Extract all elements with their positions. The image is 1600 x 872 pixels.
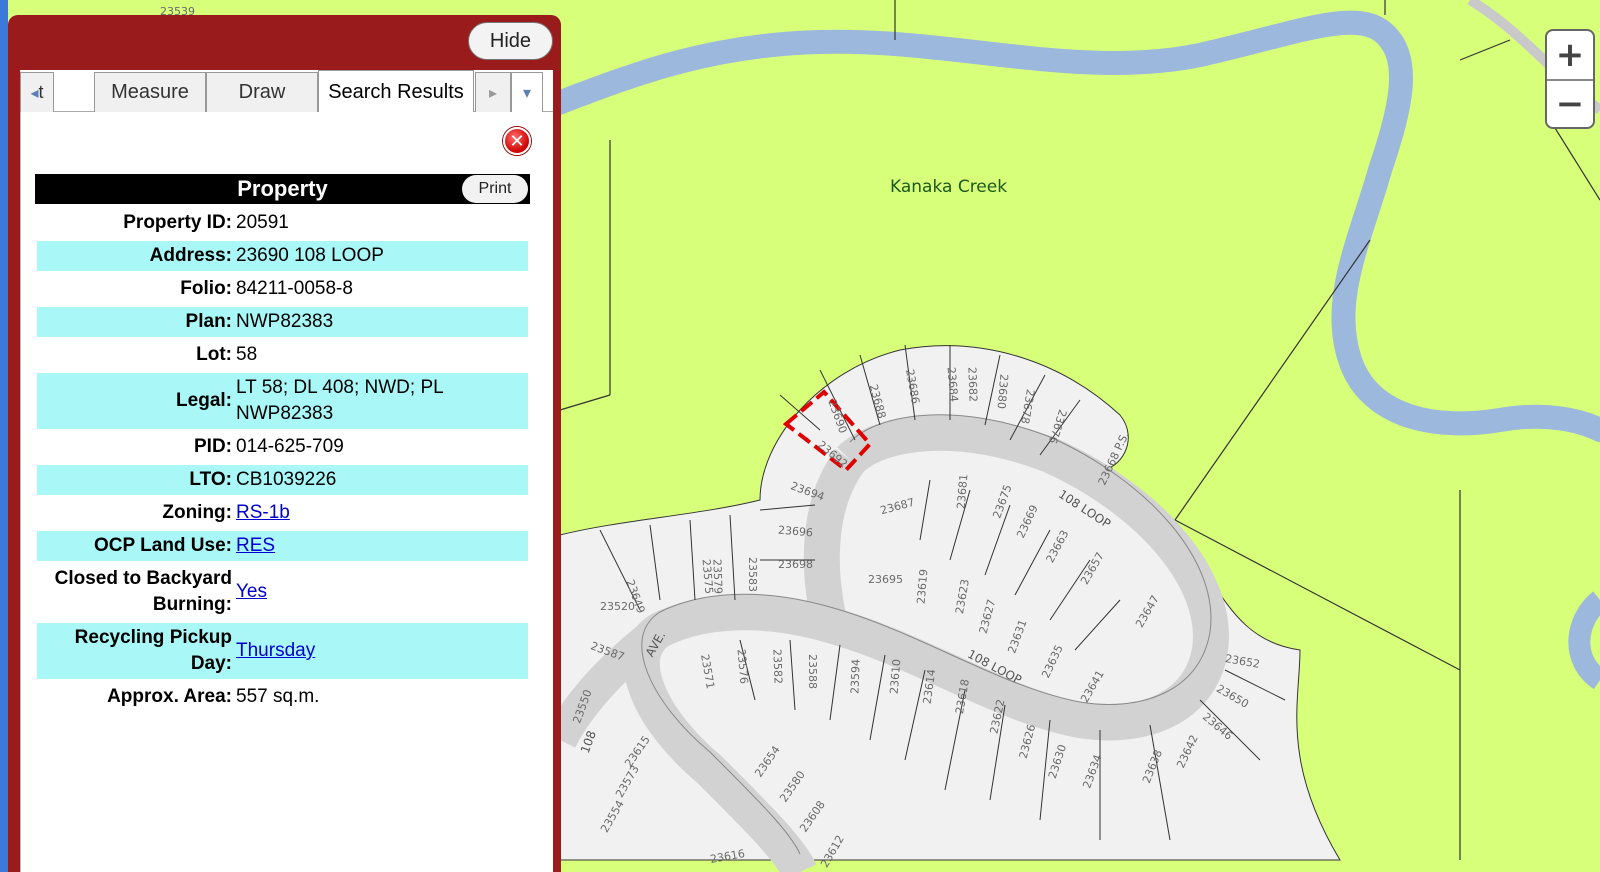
tab-menu[interactable]: ▾	[511, 72, 543, 112]
property-key: PID:	[194, 436, 232, 457]
lot-number-label: 23520	[600, 600, 635, 613]
property-key: Legal:	[37, 373, 234, 429]
property-row: Recycling Pickup Day: Thursday	[37, 623, 528, 679]
property-row: Lot: 58	[37, 340, 528, 370]
property-row: Plan: NWP82383	[37, 307, 528, 337]
property-row: Legal: LT 58; DL 408; NWD; PL NWP82383	[37, 373, 528, 429]
results-content: ✕ Property Print Property ID: 20591 Addres…	[20, 112, 553, 872]
property-row: Property ID: 20591	[37, 208, 528, 238]
property-value-cell: RS-1b	[234, 498, 528, 528]
property-key: Plan:	[37, 307, 234, 337]
property-key: Zoning:	[162, 502, 232, 523]
tab-search-results[interactable]: Search Results	[318, 70, 474, 113]
property-key: Address:	[37, 241, 234, 271]
property-key: Closed to Backyard Burning:	[54, 568, 232, 615]
hide-button[interactable]: Hide	[468, 22, 553, 60]
property-row: LTO: CB1039226	[37, 465, 528, 495]
property-row: PID: 014-625-709	[37, 432, 528, 462]
property-value: 23690 108 LOOP	[236, 245, 384, 266]
property-panel: Hide ◂ t Measure Draw Search Results ▸ ▾…	[8, 15, 561, 872]
property-row: OCP Land Use: RES	[37, 531, 528, 561]
property-row: Folio: 84211-0058-8	[37, 274, 528, 304]
property-value-cell: 84211-0058-8	[234, 274, 528, 304]
property-value-cell: LT 58; DL 408; NWD; PL NWP82383	[234, 373, 528, 429]
property-row: Closed to Backyard Burning: Yes	[37, 564, 528, 620]
property-value-cell: RES	[234, 531, 528, 561]
property-value: 20591	[236, 212, 289, 233]
property-value-link[interactable]: Thursday	[236, 640, 315, 661]
property-row: Approx. Area: 557 sq.m.	[37, 682, 528, 712]
lot-number-label: 23582	[770, 648, 785, 685]
lot-number-label: 23583	[746, 557, 759, 592]
property-value: 557 sq.m.	[236, 686, 320, 707]
property-value-link[interactable]: Yes	[236, 581, 267, 602]
property-header: Property Print	[35, 174, 530, 204]
property-row: Address: 23690 108 LOOP	[37, 241, 528, 271]
chevron-left-icon: ◂	[30, 84, 39, 102]
chevron-down-icon: ▾	[522, 84, 532, 102]
property-table: Property ID: 20591 Address: 23690 108 LOOP F…	[37, 205, 528, 715]
tab-draw[interactable]: Draw	[206, 72, 318, 112]
property-value-cell: 20591	[234, 208, 528, 238]
chevron-right-icon: ▸	[488, 84, 498, 102]
property-value: CB1039226	[236, 469, 337, 490]
property-key: Recycling Pickup Day:	[37, 623, 234, 679]
zoom-in-button[interactable]: +	[1547, 31, 1593, 79]
property-title: Property	[237, 176, 328, 201]
property-value-cell: Thursday	[234, 623, 528, 679]
property-value-cell: CB1039226	[234, 465, 528, 495]
property-value: 58	[236, 344, 258, 365]
property-value-link[interactable]: RES	[236, 535, 275, 556]
property-value-cell: 23690 108 LOOP	[234, 241, 528, 271]
lot-number-label: 23579	[710, 558, 725, 595]
tab-partial-label: t	[38, 82, 44, 102]
lot-number-label: 23698	[778, 558, 813, 571]
lot-number-label: 23588	[806, 654, 819, 689]
property-row: Zoning: RS-1b	[37, 498, 528, 528]
property-key: Lot:	[196, 344, 232, 365]
property-value-link[interactable]: RS-1b	[236, 502, 290, 523]
lot-number-label: 23594	[848, 658, 863, 695]
left-edge-strip	[0, 0, 8, 872]
tab-scroll-right[interactable]: ▸	[475, 72, 511, 112]
property-value-cell: NWP82383	[234, 307, 528, 337]
creek-label: Kanaka Creek	[890, 177, 1008, 197]
property-value-cell: 014-625-709	[234, 432, 528, 462]
property-key: Property ID:	[123, 212, 232, 233]
property-key: Approx. Area:	[107, 686, 232, 707]
property-value-cell: 557 sq.m.	[234, 682, 528, 712]
print-button[interactable]: Print	[462, 175, 528, 203]
close-icon[interactable]: ✕	[503, 127, 531, 155]
lot-number-label: 23682	[965, 366, 980, 403]
tab-scroll-left[interactable]: ◂ t	[20, 72, 54, 112]
zoom-control: + −	[1545, 29, 1595, 129]
property-value-cell: Yes	[234, 564, 528, 620]
property-key: OCP Land Use:	[37, 531, 234, 561]
property-value: LT 58; DL 408; NWD; PL NWP82383	[236, 377, 443, 424]
property-key: Folio:	[180, 278, 232, 299]
zoom-out-button[interactable]: −	[1547, 79, 1593, 127]
property-value: 014-625-709	[236, 436, 344, 457]
tab-measure[interactable]: Measure	[94, 72, 206, 112]
property-value-cell: 58	[234, 340, 528, 370]
tab-bar: ◂ t Measure Draw Search Results ▸ ▾	[20, 70, 553, 113]
property-value: 84211-0058-8	[236, 278, 353, 299]
property-key: LTO:	[37, 465, 234, 495]
lot-number-label: 23695	[868, 573, 903, 586]
property-value: NWP82383	[236, 311, 334, 332]
